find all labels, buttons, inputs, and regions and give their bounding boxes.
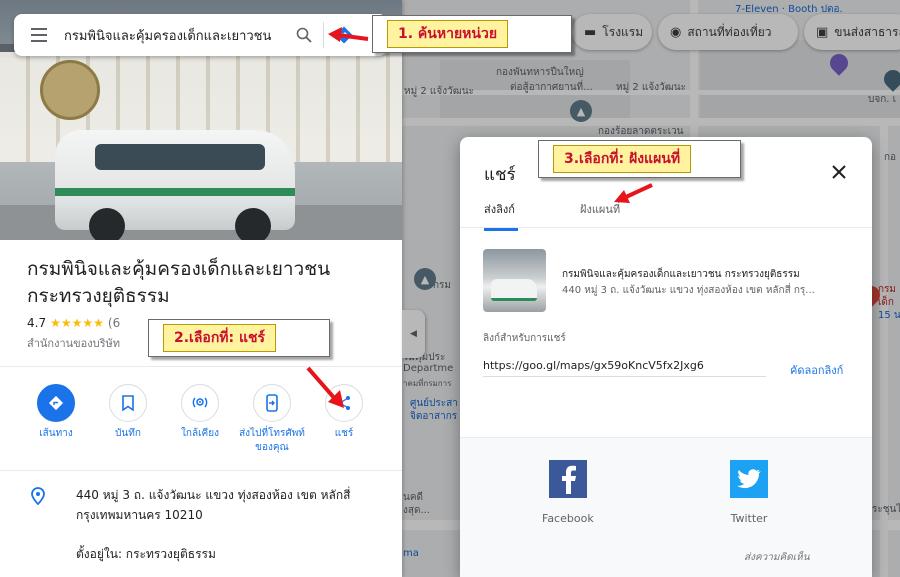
annotation-text: 3.เลือกที่: ฝังแผนที่ [564,151,681,167]
search-box [14,14,387,56]
rating-row[interactable]: 4.7 ★★★★★ (6 [27,316,120,330]
share-icon [325,384,363,422]
search-icon[interactable] [289,14,319,56]
facebook-share-button[interactable]: Facebook [542,460,594,525]
place-category[interactable]: สำนักงานของบริษัท [27,334,120,352]
bookmark-icon [109,384,147,422]
star-icon: ★★★★★ [50,316,104,330]
save-button[interactable]: บันทึก [92,384,164,455]
divider [0,366,402,367]
annotation-step1: 1. ค้นหายหน่วย [372,15,572,53]
place-panel: กรมพินิจและคุ้มครองเด็กและเยาวชน กระทรวง… [0,0,402,577]
twitter-icon [730,460,768,498]
directions-icon[interactable] [324,14,364,56]
directions-icon [37,384,75,422]
copy-link-button[interactable]: คัดลอกลิงก์ [790,361,843,379]
directions-button[interactable]: เส้นทาง [20,384,92,455]
tab-embed-map[interactable]: ฝังแผนที่ [580,200,620,218]
action-label: ใกล้เคียง [181,428,219,439]
facebook-label: Facebook [542,512,594,525]
twitter-share-button[interactable]: Twitter [730,460,768,525]
share-dialog: แชร์ ส่งลิงก์ ฝังแผนที่ กรมพินิจและคุ้มค… [460,137,872,577]
action-label: เส้นทาง [39,428,73,439]
photo-detail [40,60,100,120]
annotation-box: 2.เลือกที่: แชร์ [163,324,277,352]
search-input[interactable] [64,14,289,56]
place-address: 440 หมู่ 3 ถ. แจ้งวัฒนะ แขวง ทุ่งสองห้อง… [76,488,351,522]
facebook-icon [548,460,587,498]
send-to-phone-button[interactable]: ส่งไปที่โทรศัพท์ของคุณ [236,384,308,455]
phone-icon [253,384,291,422]
nearby-icon [181,384,219,422]
close-icon[interactable] [826,159,852,185]
annotation-text: 1. ค้นหายหน่วย [398,26,498,42]
place-thumbnail [483,249,546,312]
location-pin-icon [0,485,76,525]
social-section: Facebook Twitter ส่งความคิดเห็น [460,437,872,577]
divider [460,227,872,228]
action-label: ส่งไปที่โทรศัพท์ของคุณ [239,428,305,453]
action-label: แชร์ [334,428,354,439]
rating-value: 4.7 [27,316,47,330]
preview-place-address: 440 หมู่ 3 ถ. แจ้งวัฒนะ แขวง ทุ่งสองห้อง… [562,285,815,296]
annotation-step2: 2.เลือกที่: แชร์ [148,319,330,357]
photo-detail [55,130,295,240]
dialog-title: แชร์ [484,165,516,185]
feedback-link[interactable]: ส่งความคิดเห็น [744,550,810,565]
located-in[interactable]: ตั้งอยู่ใน: กระทรวงยุติธรรม [76,545,216,564]
twitter-label: Twitter [730,512,768,525]
action-label: บันทึก [115,428,141,439]
menu-icon[interactable] [14,14,64,56]
review-count[interactable]: (6 [108,316,120,330]
link-label: ลิงก์สำหรับการแชร์ [483,333,566,344]
share-link-field[interactable] [483,355,766,377]
share-button[interactable]: แชร์ [308,384,380,455]
annotation-box: 3.เลือกที่: ฝังแผนที่ [553,145,692,173]
annotation-step3: 3.เลือกที่: ฝังแผนที่ [538,140,741,178]
nearby-button[interactable]: ใกล้เคียง [164,384,236,455]
annotation-text: 2.เลือกที่: แชร์ [174,330,266,346]
divider [0,470,402,471]
annotation-box: 1. ค้นหายหน่วย [387,20,509,48]
place-title: กรมพินิจและคุ้มครองเด็กและเยาวชน กระทรวง… [27,258,331,307]
address-row[interactable]: 440 หมู่ 3 ถ. แจ้งวัฒนะ แขวง ทุ่งสองห้อง… [0,485,402,525]
action-bar: เส้นทาง บันทึก ใกล้เคียง ส่งไปที่โทรศัพท… [20,384,400,455]
preview-place-name: กรมพินิจและคุ้มครองเด็กและเยาวชน กระทรวง… [562,269,800,280]
